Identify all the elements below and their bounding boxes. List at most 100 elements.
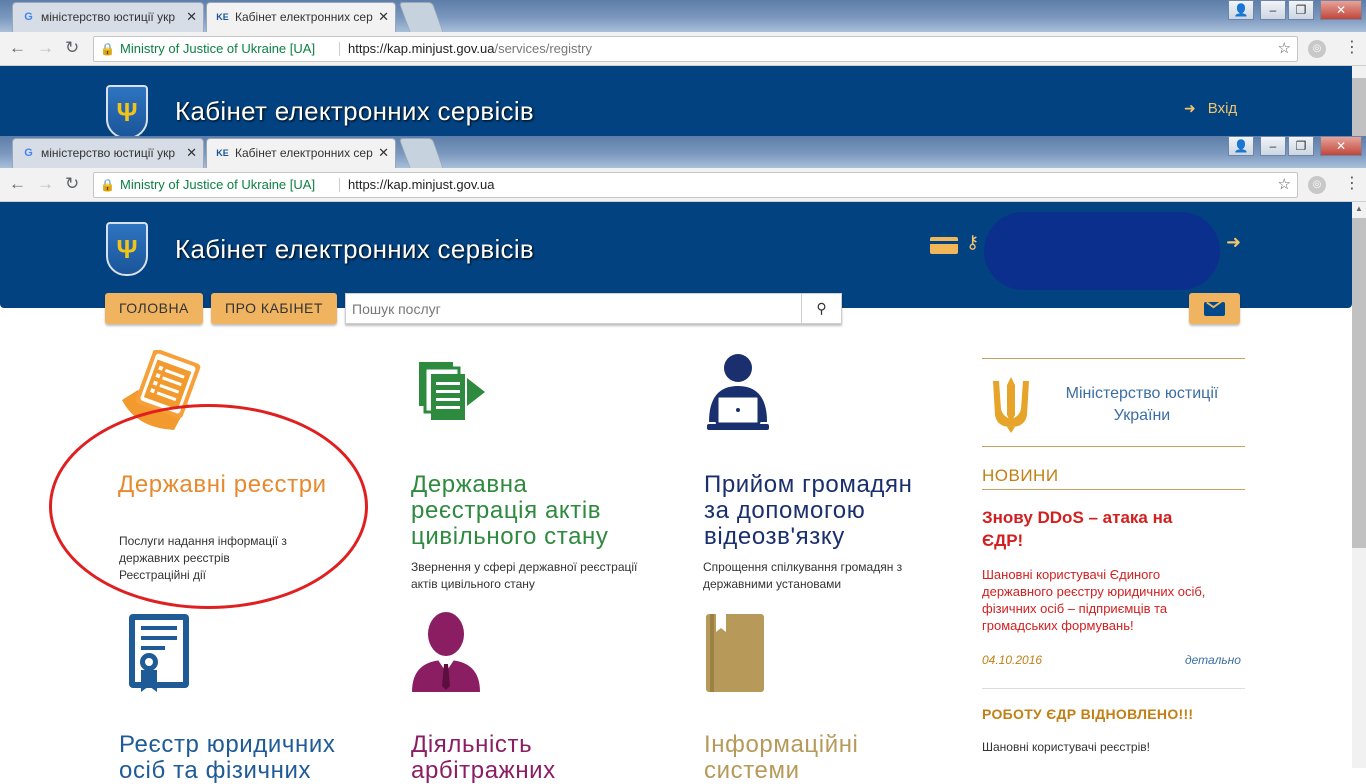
tab-label: міністерство юстиції укр bbox=[41, 10, 175, 24]
tile-title-legal-entities[interactable]: Реєстр юридичних осіб та фізичних bbox=[119, 732, 335, 784]
new-tab-button[interactable] bbox=[398, 138, 444, 168]
site-title: Кабінет електронних сервісів bbox=[175, 96, 535, 126]
lock-icon: 🔒 bbox=[100, 42, 115, 56]
menu-icon[interactable]: ⋮ bbox=[1344, 174, 1360, 194]
back-browser-window: G міністерство юстиції укр ✕ KE Кабінет … bbox=[0, 0, 1366, 139]
search-icon[interactable]: ⚲ bbox=[801, 294, 841, 323]
tile-title-video[interactable]: Прийом громадян за допомогою відеозв'язк… bbox=[704, 472, 912, 550]
tryzub-icon: Ψ bbox=[116, 234, 138, 264]
divider bbox=[339, 178, 340, 192]
logout-icon[interactable]: ➜ bbox=[1226, 232, 1241, 253]
payment-card-icon[interactable] bbox=[930, 237, 958, 254]
back-arrow-icon[interactable]: ← bbox=[9, 38, 26, 58]
tab-label: міністерство юстиції укр bbox=[41, 146, 175, 160]
minimize-button[interactable]: – bbox=[1260, 136, 1286, 156]
news-text: Шановні користувачі Єдиного державного р… bbox=[982, 567, 1206, 633]
extension-icon[interactable]: ◎ bbox=[1308, 40, 1326, 58]
tile-desc-video: Спрощення спілкування громадян з державн… bbox=[703, 560, 903, 591]
bookmark-star-icon[interactable]: ☆ bbox=[1278, 173, 1291, 197]
tab-kes[interactable]: KE Кабінет електронних сер ✕ bbox=[206, 2, 396, 32]
lock-icon: 🔒 bbox=[100, 178, 115, 192]
close-icon[interactable]: ✕ bbox=[378, 139, 389, 167]
ministry-tryzub-logo[interactable] bbox=[989, 375, 1033, 435]
maximize-button[interactable]: ❐ bbox=[1288, 136, 1314, 156]
site-header: Ψ Кабінет електронних сервісів ➜ Вхід bbox=[0, 66, 1352, 139]
envelope-icon bbox=[1204, 302, 1225, 316]
close-icon[interactable]: ✕ bbox=[378, 3, 389, 31]
extension-icon[interactable]: ◎ bbox=[1308, 176, 1326, 194]
kes-icon: KE bbox=[216, 148, 229, 158]
google-icon: G bbox=[24, 11, 33, 23]
secure-label: Ministry of Justice of Ukraine [UA] bbox=[120, 177, 316, 192]
scrollbar-thumb[interactable] bbox=[1352, 78, 1366, 136]
login-icon: ➜ bbox=[1184, 100, 1196, 116]
address-bar[interactable]: 🔒 Ministry of Justice of Ukraine [UA] ht… bbox=[93, 36, 1298, 62]
address-bar[interactable]: 🔒 Ministry of Justice of Ukraine [UA] ht… bbox=[93, 172, 1298, 198]
divider bbox=[982, 358, 1245, 359]
civil-acts-documents-icon[interactable] bbox=[417, 360, 487, 424]
url-text: https://kap.minjust.gov.ua/services/regi… bbox=[348, 41, 592, 56]
news-more-link[interactable]: детально bbox=[1185, 653, 1241, 667]
tab-label: Кабінет електронних сер bbox=[235, 10, 373, 24]
close-icon[interactable]: ✕ bbox=[186, 3, 197, 31]
scroll-up-icon[interactable]: ▲ bbox=[1352, 202, 1366, 216]
book-icon[interactable] bbox=[704, 612, 766, 694]
nav-home-button[interactable]: ГОЛОВНА bbox=[105, 293, 203, 324]
nav-about-button[interactable]: ПРО КАБІНЕТ bbox=[211, 293, 337, 324]
tab-strip: G міністерство юстиції укр ✕ KE Кабінет … bbox=[0, 136, 1366, 168]
news-date: 04.10.2016 bbox=[982, 653, 1043, 667]
reload-icon[interactable]: ↻ bbox=[65, 38, 79, 58]
maximize-button[interactable]: ❐ bbox=[1288, 0, 1314, 20]
secure-label: Ministry of Justice of Ukraine [UA] bbox=[120, 41, 316, 56]
coat-of-arms-logo[interactable]: Ψ bbox=[106, 222, 148, 276]
login-link[interactable]: ➜ Вхід bbox=[1184, 100, 1237, 117]
site-title: Кабінет електронних сервісів bbox=[175, 234, 535, 264]
tile-title-registries[interactable]: Державні реєстри bbox=[118, 472, 327, 498]
search-form: ⚲ bbox=[345, 293, 842, 324]
browser-toolbar: ← → ↻ 🔒 Ministry of Justice of Ukraine [… bbox=[0, 168, 1366, 202]
tab-google[interactable]: G міністерство юстиції укр ✕ bbox=[12, 2, 204, 32]
user-icon[interactable]: 👤 bbox=[1228, 0, 1254, 20]
divider bbox=[982, 446, 1245, 447]
user-name-redacted bbox=[984, 212, 1220, 290]
browser-toolbar: ← → ↻ 🔒 Ministry of Justice of Ukraine [… bbox=[0, 32, 1366, 66]
news-text: Шановні користувачі реєстрів! bbox=[982, 740, 1150, 754]
arbitration-person-icon[interactable] bbox=[410, 612, 482, 694]
tab-google[interactable]: G міністерство юстиції укр ✕ bbox=[12, 138, 204, 168]
reload-icon[interactable]: ↻ bbox=[65, 174, 79, 194]
news-title[interactable]: РОБОТУ ЄДР ВІДНОВЛЕНО!!! bbox=[982, 706, 1193, 722]
close-icon[interactable]: ✕ bbox=[186, 139, 197, 167]
bookmark-star-icon[interactable]: ☆ bbox=[1278, 37, 1291, 61]
news-title[interactable]: Знову DDoS – атака на ЄДР! bbox=[982, 506, 1232, 552]
video-reception-person-icon[interactable] bbox=[703, 352, 773, 434]
divider bbox=[339, 42, 340, 56]
certificate-icon[interactable] bbox=[127, 612, 191, 694]
forward-arrow-icon[interactable]: → bbox=[37, 38, 54, 58]
forward-arrow-icon[interactable]: → bbox=[37, 174, 54, 194]
tab-label: Кабінет електронних сер bbox=[235, 146, 373, 160]
tile-title-arbitration[interactable]: Діяльність арбітражних bbox=[411, 732, 556, 784]
registry-document-icon[interactable] bbox=[116, 350, 202, 434]
divider bbox=[982, 489, 1245, 490]
coat-of-arms-logo[interactable]: Ψ bbox=[106, 85, 148, 139]
back-arrow-icon[interactable]: ← bbox=[9, 174, 26, 194]
url-text: https://kap.minjust.gov.ua bbox=[348, 177, 495, 192]
tab-kes[interactable]: KE Кабінет електронних сер ✕ bbox=[206, 138, 396, 168]
ministry-name[interactable]: Міністерство юстиції України bbox=[1042, 383, 1242, 427]
tile-title-civil-acts[interactable]: Державна реєстрація актів цивільного ста… bbox=[411, 472, 609, 550]
mail-button[interactable] bbox=[1189, 293, 1240, 324]
news-heading: НОВИНИ bbox=[982, 466, 1059, 485]
key-icon[interactable]: ⚷ bbox=[966, 232, 979, 253]
window-close-button[interactable]: ✕ bbox=[1320, 0, 1362, 20]
minimize-button[interactable]: – bbox=[1260, 0, 1286, 20]
new-tab-button[interactable] bbox=[398, 2, 444, 32]
user-icon[interactable]: 👤 bbox=[1228, 136, 1254, 156]
scrollbar-thumb[interactable] bbox=[1352, 218, 1366, 548]
search-input[interactable] bbox=[346, 294, 802, 323]
google-icon: G bbox=[24, 147, 33, 159]
window-close-button[interactable]: ✕ bbox=[1320, 136, 1362, 156]
tile-desc-civil-acts: Звернення у сфері державної реєстрації а… bbox=[411, 560, 638, 591]
tryzub-icon: Ψ bbox=[116, 97, 138, 127]
tile-title-info-systems[interactable]: Інформаційні системи bbox=[704, 732, 858, 784]
menu-icon[interactable]: ⋮ bbox=[1344, 38, 1360, 58]
